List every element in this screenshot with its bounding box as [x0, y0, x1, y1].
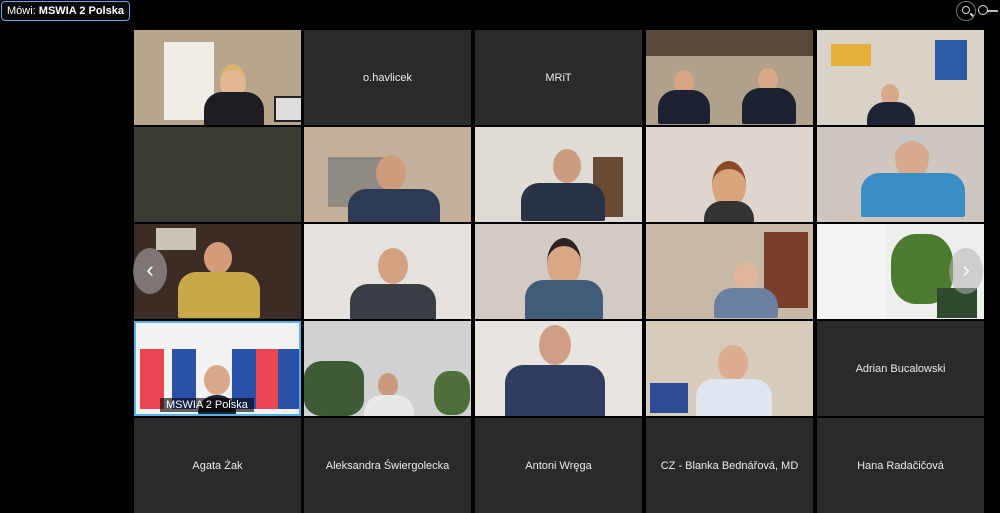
participant-name: Agata Żak: [192, 459, 243, 472]
video-tile[interactable]: [304, 127, 471, 222]
participant-name: o.havlicek: [363, 71, 412, 84]
participant-name: Adrian Bucalowski: [855, 362, 946, 375]
magnifier-icon[interactable]: [956, 1, 976, 21]
participant-name: Aleksandra Świergolecka: [325, 459, 450, 472]
video-tile[interactable]: [817, 30, 984, 125]
video-tile[interactable]: Hana Radačičová: [817, 418, 984, 513]
tapestry: [646, 30, 813, 56]
speaker-prefix: Mówi:: [7, 5, 36, 17]
participant-caption: MSWIA 2 Polska: [160, 398, 254, 412]
participant-name: Antoni Wręga: [525, 459, 592, 472]
video-tile[interactable]: [134, 30, 301, 125]
video-tile[interactable]: CZ - Blanka Bednářová, MD: [646, 418, 813, 513]
video-tile-active[interactable]: MSWIA 2 Polska: [134, 321, 301, 416]
flag-eu: [278, 349, 299, 409]
participant-name: MRiT: [545, 71, 572, 84]
video-tile[interactable]: [304, 224, 471, 319]
laptop: [274, 96, 301, 122]
speaker-name: MSWIA 2 Polska: [38, 5, 124, 17]
logo: [831, 44, 871, 66]
participant-name: Hana Radačičová: [857, 459, 944, 472]
emblem: [156, 228, 196, 250]
flag-eu: [935, 40, 967, 80]
video-tile[interactable]: Aleksandra Świergolecka: [304, 418, 471, 513]
active-speaker-indicator: Mówi: MSWIA 2 Polska: [1, 1, 130, 21]
chevron-right-icon[interactable]: ›: [949, 248, 983, 294]
zoom-control[interactable]: [956, 1, 998, 21]
video-tile[interactable]: [646, 321, 813, 416]
zoom-slider-handle[interactable]: [978, 5, 988, 15]
flag-poland: [256, 349, 278, 409]
video-tile[interactable]: o.havlicek: [304, 30, 471, 125]
video-tile[interactable]: [646, 30, 813, 125]
plant: [304, 361, 364, 416]
video-tile[interactable]: Adrian Bucalowski: [817, 321, 984, 416]
video-tile[interactable]: [475, 321, 642, 416]
video-tile[interactable]: [646, 224, 813, 319]
plant: [434, 371, 470, 415]
video-tile[interactable]: [475, 127, 642, 222]
video-tile[interactable]: [475, 224, 642, 319]
video-tile[interactable]: Antoni Wręga: [475, 418, 642, 513]
chevron-left-icon[interactable]: ‹: [133, 248, 167, 294]
video-tile[interactable]: [134, 127, 301, 222]
video-tile[interactable]: Agata Żak: [134, 418, 301, 513]
video-tile[interactable]: [304, 321, 471, 416]
video-tile[interactable]: [646, 127, 813, 222]
participant-name: CZ - Blanka Bednářová, MD: [660, 459, 799, 472]
window-blinds: [817, 224, 887, 319]
flags: [650, 383, 688, 413]
video-tile[interactable]: MRiT: [475, 30, 642, 125]
video-tile[interactable]: [817, 127, 984, 222]
